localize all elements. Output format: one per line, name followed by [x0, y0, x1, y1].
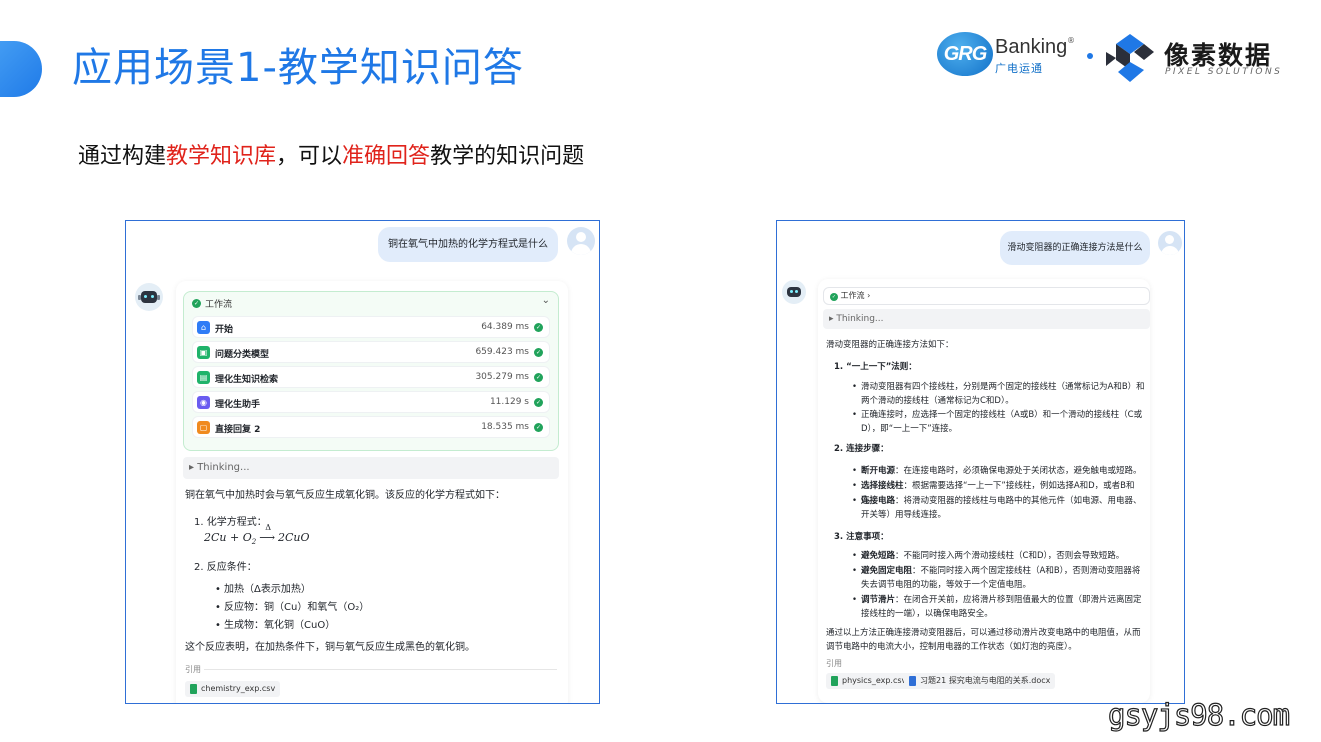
- slide-subtitle: 通过构建教学知识库，可以准确回答教学的知识问题: [78, 144, 585, 169]
- references-label: 引用: [185, 665, 201, 674]
- caret-right-icon: ▸: [189, 462, 198, 473]
- section-title: 2. 连接步骤：: [834, 444, 889, 454]
- success-check-icon: ✓: [534, 398, 543, 407]
- pixel-solutions-logo-icon: [1106, 34, 1154, 82]
- registered-mark: ®: [1067, 36, 1075, 45]
- answer-bullet: 避免固定电阻：不能同时接入两个固定接线柱（A和B），否则滑动变阻器将失去调节电阻…: [852, 564, 1147, 592]
- grg-chinese-name: 广电运通: [995, 62, 1043, 75]
- workflow-status-check-icon: ✓: [830, 293, 838, 301]
- answer-intro: 铜在氧气中加热时会与氧气反应生成氧化铜。该反应的化学方程式如下：: [185, 490, 505, 501]
- physics-chat-screenshot: 滑动变阻器的正确连接方法是什么 ✓ 工作流 › ▸ Thinking... 滑动…: [776, 220, 1185, 704]
- user-avatar: [567, 227, 595, 255]
- reference-chip[interactable]: 习题21 探究电流与电阻的关系.docx: [904, 673, 1056, 689]
- answer-bullet: 连接电路：将滑动变阻器的接线柱与电路中的其他元件（如电源、用电器、开关等）用导线…: [852, 494, 1147, 522]
- workflow-panel[interactable]: ✓ 工作流 ⌄ ⌂ 开始 64.389 ms ✓ ▣ 问题分类模型 659.423…: [183, 291, 559, 451]
- logo-separator-dot: [1087, 53, 1093, 59]
- answer-bullet: 滑动变阻器有四个接线柱，分别是两个固定的接线柱（通常标记为A和B）和两个滑动的接…: [852, 380, 1147, 408]
- reference-chip[interactable]: chemistry_exp.csv: [185, 681, 281, 697]
- references-label: 引用: [826, 659, 842, 668]
- model-icon: ▣: [197, 346, 210, 359]
- user-question-bubble: 铜在氧气中加热的化学方程式是什么: [378, 227, 558, 262]
- book-icon: ▤: [197, 371, 210, 384]
- answer-bullet: 调节滑片：在闭合开关前，应将滑片移到阻值最大的位置（即滑片远离固定接线柱的一端）…: [852, 593, 1147, 621]
- grg-banking-logo: GRG Banking ® 广电运通: [937, 32, 1097, 76]
- success-check-icon: ✓: [534, 373, 543, 382]
- bot-avatar: [782, 280, 806, 304]
- answer-bullet: 避免短路：不能同时接入两个滑动接线柱（C和D），否则会导致短路。: [852, 549, 1147, 563]
- bot-answer-card: ✓ 工作流 › ▸ Thinking... 滑动变阻器的正确连接方法如下： 1.…: [818, 279, 1150, 703]
- thinking-toggle[interactable]: ▸ Thinking...: [823, 309, 1150, 329]
- condition-item: 加热（Δ表示加热）: [215, 582, 311, 598]
- chemical-equation: 2Cu + O2 Δ ⟶ 2CuO: [204, 523, 310, 547]
- workflow-label: 工作流 ›: [840, 291, 871, 300]
- section-conditions-title: 2. 反应条件：: [194, 562, 257, 573]
- bot-avatar: [135, 283, 163, 311]
- answer-conclusion: 这个反应表明，在加热条件下，铜与氧气反应生成黑色的氧化铜。: [185, 642, 475, 653]
- home-icon: ⌂: [197, 321, 210, 334]
- workflow-collapsed-header[interactable]: ✓ 工作流 ›: [823, 287, 1150, 305]
- chemistry-chat-screenshot: 铜在氧气中加热的化学方程式是什么 ✓ 工作流 ⌄ ⌂ 开始 64.389 ms ✓…: [125, 220, 600, 704]
- section-title: 1. “一上一下”法则：: [834, 362, 917, 372]
- thinking-toggle[interactable]: ▸ Thinking...: [183, 457, 559, 479]
- workflow-step[interactable]: ◉ 理化生助手 11.129 s ✓: [192, 391, 550, 413]
- user-avatar: [1158, 231, 1182, 255]
- condition-item: 反应物：铜（Cu）和氧气（O₂）: [215, 600, 369, 616]
- workflow-step[interactable]: ▢ 直接回复 2 18.535 ms ✓: [192, 416, 550, 438]
- bot-answer-card: ✓ 工作流 ⌄ ⌂ 开始 64.389 ms ✓ ▣ 问题分类模型 659.423…: [176, 281, 568, 703]
- word-document-icon: [909, 676, 916, 686]
- answer-intro: 滑动变阻器的正确连接方法如下：: [826, 340, 954, 350]
- highlight-knowledge-base: 教学知识库: [166, 144, 277, 169]
- pixel-solutions-english-name: PIXEL SOLUTIONS: [1165, 67, 1283, 77]
- workflow-step[interactable]: ⌂ 开始 64.389 ms ✓: [192, 316, 550, 338]
- workflow-status-check-icon: ✓: [192, 299, 201, 308]
- answer-bullet: 断开电源：在连接电路时，必须确保电源处于关闭状态，避免触电或短路。: [852, 464, 1147, 478]
- section-equation-title: 1. 化学方程式：: [194, 517, 267, 528]
- user-question-bubble: 滑动变阻器的正确连接方法是什么: [1000, 231, 1150, 265]
- spreadsheet-file-icon: [190, 684, 197, 694]
- spreadsheet-file-icon: [831, 676, 838, 686]
- watermark: gsyjs98.com: [1107, 697, 1290, 732]
- assistant-icon: ◉: [197, 396, 210, 409]
- references-divider: [204, 669, 557, 670]
- title-accent-shape: [0, 41, 42, 97]
- success-check-icon: ✓: [534, 348, 543, 357]
- success-check-icon: ✓: [534, 423, 543, 432]
- workflow-label: 工作流: [205, 300, 233, 310]
- slide-title: 应用场景1-教学知识问答: [72, 45, 524, 91]
- answer-bullet: 正确连接时，应选择一个固定的接线柱（A或B）和一个滑动的接线柱（C或D），即“一…: [852, 408, 1147, 436]
- answer-conclusion: 通过以上方法正确连接滑动变阻器后，可以通过移动滑片改变电路中的电阻值，从而调节电…: [826, 628, 1141, 652]
- grg-mark: GRG: [937, 32, 993, 76]
- grg-wordmark: Banking: [995, 36, 1068, 58]
- chevron-down-icon[interactable]: ⌄: [542, 295, 550, 306]
- reply-icon: ▢: [197, 421, 210, 434]
- section-title: 3. 注意事项：: [834, 532, 889, 542]
- condition-item: 生成物：氧化铜（CuO）: [215, 618, 335, 634]
- workflow-step[interactable]: ▣ 问题分类模型 659.423 ms ✓: [192, 341, 550, 363]
- workflow-step[interactable]: ▤ 理化生知识检索 305.279 ms ✓: [192, 366, 550, 388]
- highlight-accurate-answer: 准确回答: [342, 144, 431, 169]
- reference-chip[interactable]: physics_exp.csv: [826, 673, 912, 689]
- success-check-icon: ✓: [534, 323, 543, 332]
